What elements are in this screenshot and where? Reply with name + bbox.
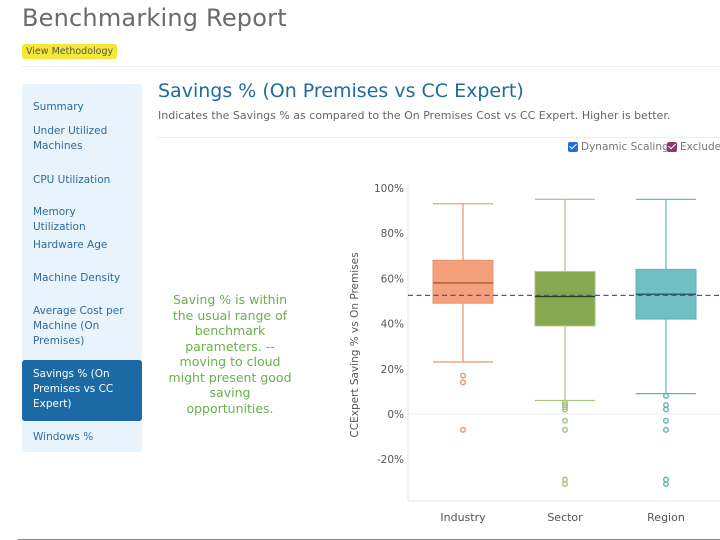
exclude-checkbox[interactable] xyxy=(667,142,677,152)
sidebar-item-cpu-utilization[interactable]: CPU Utilization xyxy=(22,173,142,188)
header-divider xyxy=(22,66,720,67)
dynamic-scaling-checkbox[interactable] xyxy=(568,142,578,152)
outlier-point xyxy=(460,426,467,433)
outlier-point xyxy=(663,476,670,483)
outlier-point xyxy=(562,476,569,483)
y-axis-label: CCExpert Saving % vs On Premises xyxy=(349,252,361,437)
outlier-point xyxy=(562,404,569,411)
outlier-point xyxy=(663,401,670,408)
outlier-point xyxy=(663,426,670,433)
y-tick-label: 0% xyxy=(387,409,404,421)
outlier-point xyxy=(562,417,569,424)
sidebar-item-machine-density[interactable]: Machine Density xyxy=(22,271,142,286)
outlier-point xyxy=(663,392,670,399)
view-methodology-button[interactable]: View Methodology xyxy=(22,44,118,59)
section-divider xyxy=(158,137,720,138)
dynamic-scaling-toggle[interactable]: Dynamic Scaling xyxy=(568,141,669,153)
y-tick-label: 80% xyxy=(381,228,404,240)
outlier-point xyxy=(663,417,670,424)
sidebar-nav: Summary Under Utilized Machines CPU Util… xyxy=(22,84,142,452)
insight-text: Saving % is within the usual range of be… xyxy=(168,292,292,416)
x-tick-label: Region xyxy=(647,511,685,524)
iqr-box xyxy=(635,268,697,320)
outlier-point xyxy=(663,406,670,413)
y-tick-label: -20% xyxy=(377,454,404,466)
sidebar-item-memory-utilization[interactable]: Memory Utilization xyxy=(22,205,142,235)
x-tick-label: Sector xyxy=(547,511,583,524)
box-region xyxy=(635,198,697,488)
y-tick-label: 20% xyxy=(381,364,404,376)
outlier-point xyxy=(663,481,670,488)
outlier-point xyxy=(460,372,467,379)
outlier-point xyxy=(562,406,569,413)
outlier-point xyxy=(562,401,569,408)
box-sector xyxy=(534,198,596,488)
section-title: Savings % (On Premises vs CC Expert) xyxy=(158,80,524,102)
outlier-point xyxy=(562,426,569,433)
sidebar-item-under-utilized-machines[interactable]: Under Utilized Machines xyxy=(22,124,142,154)
sidebar-item-summary[interactable]: Summary xyxy=(22,92,142,122)
y-tick-label: 100% xyxy=(374,183,404,195)
box-industry xyxy=(432,203,494,433)
dynamic-scaling-label: Dynamic Scaling xyxy=(581,141,669,153)
iqr-box xyxy=(534,271,596,327)
outlier-point xyxy=(562,481,569,488)
iqr-box xyxy=(432,259,494,304)
sidebar-item-average-cost[interactable]: Average Cost per Machine (On Premises) xyxy=(22,304,142,349)
section-description: Indicates the Savings % as compared to t… xyxy=(158,109,671,122)
sidebar-item-hardware-age[interactable]: Hardware Age xyxy=(22,238,142,253)
page-title: Benchmarking Report xyxy=(22,4,287,32)
outlier-point xyxy=(460,379,467,386)
exclude-toggle[interactable]: Exclude xyxy=(667,141,720,153)
x-tick-label: Industry xyxy=(440,511,486,524)
sidebar-item-windows[interactable]: Windows % xyxy=(22,430,142,445)
outlier-point xyxy=(562,399,569,406)
y-tick-label: 60% xyxy=(381,273,404,285)
exclude-label: Exclude xyxy=(680,141,720,153)
sidebar-item-savings[interactable]: Savings % (On Premises vs CC Expert) xyxy=(22,360,142,421)
y-tick-label: 40% xyxy=(381,319,404,331)
